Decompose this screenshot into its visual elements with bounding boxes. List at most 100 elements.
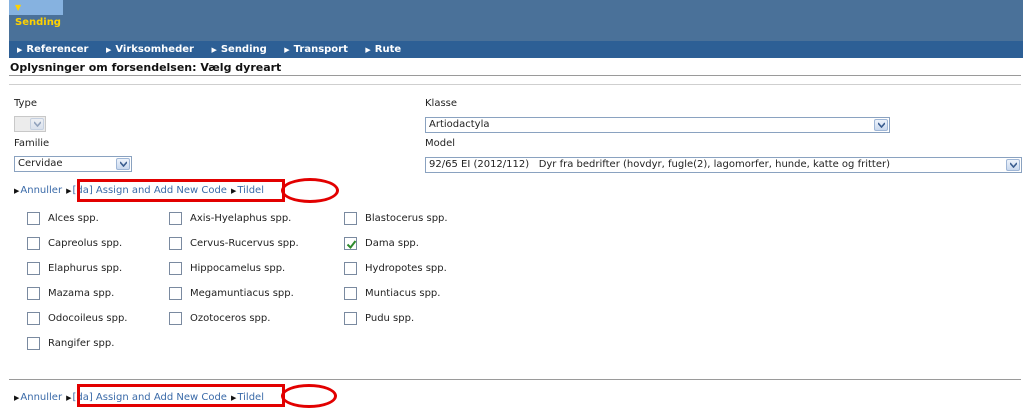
species-checkbox-label: Blastocerus spp. — [365, 213, 448, 224]
triangle-right-icon: ▶ — [17, 46, 23, 54]
species-checkbox[interactable] — [344, 312, 357, 325]
nav-item-rute[interactable]: ▶ Rute — [365, 41, 401, 59]
species-checkbox-item[interactable]: Cervus-Rucervus spp. — [169, 237, 299, 250]
species-checkbox[interactable] — [344, 212, 357, 225]
species-checkbox-item[interactable]: Hydropotes spp. — [344, 262, 447, 275]
species-checkbox-item[interactable]: Blastocerus spp. — [344, 212, 448, 225]
species-checkbox-item[interactable]: Muntiacus spp. — [344, 287, 440, 300]
species-checkbox[interactable] — [27, 287, 40, 300]
species-checkbox-label: Hippocamelus spp. — [190, 263, 286, 274]
chevron-down-icon[interactable] — [116, 158, 130, 170]
chevron-down-icon[interactable] — [1006, 159, 1020, 171]
triangle-right-icon: ▶ — [365, 46, 371, 54]
triangle-down-icon: ▼ — [15, 3, 22, 12]
species-checkbox[interactable] — [169, 262, 182, 275]
klasse-select[interactable]: Artiodactyla — [425, 117, 890, 133]
cancel-link[interactable]: ▶Annuller — [14, 392, 62, 403]
species-checkbox-item[interactable]: Axis-Hyelaphus spp. — [169, 212, 291, 225]
chevron-down-icon — [30, 118, 44, 130]
species-checkbox-item[interactable]: Dama spp. — [344, 237, 419, 250]
species-checkbox-item[interactable]: Odocoileus spp. — [27, 312, 127, 325]
species-checkbox[interactable] — [344, 287, 357, 300]
header-bar — [9, 0, 1023, 42]
species-checkbox[interactable] — [27, 262, 40, 275]
species-checkbox-item[interactable]: Capreolus spp. — [27, 237, 122, 250]
species-checkbox-label: Ozotoceros spp. — [190, 313, 271, 324]
species-checkbox[interactable] — [27, 337, 40, 350]
species-checkbox-item[interactable]: Elaphurus spp. — [27, 262, 122, 275]
species-checkbox-label: Rangifer spp. — [48, 338, 115, 349]
type-select — [14, 116, 46, 132]
species-checkbox[interactable] — [169, 287, 182, 300]
nav-label: Referencer — [26, 44, 89, 55]
nav-label: Transport — [293, 44, 348, 55]
triangle-right-icon: ▶ — [66, 187, 72, 195]
species-checkbox[interactable] — [344, 237, 357, 250]
species-checkbox[interactable] — [27, 237, 40, 250]
divider — [9, 84, 1021, 85]
species-checkbox-label: Dama spp. — [365, 238, 419, 249]
species-checkbox-item[interactable]: Ozotoceros spp. — [169, 312, 270, 325]
annotation-highlight-ellipse — [281, 384, 337, 408]
sub-navigation: ▶ Referencer ▶ Virksomheder ▶ Sending ▶ Tran… — [9, 41, 1023, 58]
familie-select[interactable]: Cervidae — [14, 156, 132, 172]
species-checkbox-item[interactable]: Pudu spp. — [344, 312, 414, 325]
model-select[interactable]: 92/65 EI (2012/112) Dyr fra bedrifter (h… — [425, 157, 1022, 173]
familie-label: Familie — [14, 138, 50, 149]
triangle-right-icon: ▶ — [66, 394, 72, 402]
chevron-down-icon[interactable] — [874, 119, 888, 131]
species-checkbox-item[interactable]: Rangifer spp. — [27, 337, 114, 350]
species-checkbox[interactable] — [27, 312, 40, 325]
species-checkbox-item[interactable]: Alces spp. — [27, 212, 99, 225]
species-checkbox-label: Cervus-Rucervus spp. — [190, 238, 299, 249]
cancel-link-label: Annuller — [20, 185, 63, 196]
species-checkbox-label: Elaphurus spp. — [48, 263, 123, 274]
triangle-right-icon: ▶ — [284, 46, 290, 54]
species-checkbox[interactable] — [27, 212, 40, 225]
nav-item-virksomheder[interactable]: ▶ Virksomheder — [106, 41, 194, 59]
nav-item-referencer[interactable]: ▶ Referencer — [17, 41, 88, 59]
klasse-select-value: Artiodactyla — [429, 119, 490, 130]
klasse-label: Klasse — [425, 98, 458, 109]
species-checkbox-label: Mazama spp. — [48, 288, 115, 299]
tab-sending-label: Sending — [15, 17, 61, 28]
annotation-highlight-ellipse — [281, 178, 339, 203]
divider — [9, 379, 1021, 380]
nav-item-transport[interactable]: ▶ Transport — [284, 41, 348, 59]
species-checkbox-label: Pudu spp. — [365, 313, 415, 324]
species-checkbox-item[interactable]: Hippocamelus spp. — [169, 262, 285, 275]
species-checkbox-label: Axis-Hyelaphus spp. — [190, 213, 292, 224]
species-checkbox-label: Odocoileus spp. — [48, 313, 128, 324]
species-checkbox-label: Muntiacus spp. — [365, 288, 441, 299]
species-checkbox-label: Alces spp. — [48, 213, 99, 224]
species-checkbox-label: Capreolus spp. — [48, 238, 123, 249]
species-checkbox-label: Megamuntiacus spp. — [190, 288, 294, 299]
cancel-link-label: Annuller — [20, 392, 63, 403]
species-checkbox-label: Hydropotes spp. — [365, 263, 447, 274]
section-title: Oplysninger om forsendelsen: Vælg dyrear… — [10, 61, 282, 74]
annotation-highlight-box — [77, 179, 285, 202]
triangle-right-icon: ▶ — [14, 187, 20, 195]
species-checkbox-item[interactable]: Megamuntiacus spp. — [169, 287, 294, 300]
triangle-right-icon: ▶ — [14, 394, 20, 402]
annotation-highlight-box — [77, 384, 285, 407]
divider — [9, 75, 1021, 76]
species-checkbox[interactable] — [169, 312, 182, 325]
nav-label: Rute — [374, 44, 402, 55]
triangle-right-icon: ▶ — [105, 46, 112, 54]
cancel-link[interactable]: ▶Annuller — [14, 185, 62, 196]
nav-label: Virksomheder — [115, 44, 194, 55]
species-checkbox[interactable] — [169, 212, 182, 225]
species-checkbox[interactable] — [344, 262, 357, 275]
species-checkbox-item[interactable]: Mazama spp. — [27, 287, 114, 300]
type-label: Type — [14, 98, 37, 109]
species-checkbox[interactable] — [169, 237, 182, 250]
nav-label: Sending — [220, 44, 267, 55]
model-select-value: 92/65 EI (2012/112) Dyr fra bedrifter (h… — [429, 159, 890, 170]
tab-sending-active[interactable]: ▼ Sending — [9, 0, 63, 28]
checkmark-icon — [346, 240, 357, 250]
model-label: Model — [425, 138, 456, 149]
nav-item-sending[interactable]: ▶ Sending — [211, 41, 266, 59]
triangle-right-icon: ▶ — [211, 46, 217, 54]
familie-select-value: Cervidae — [18, 158, 63, 169]
